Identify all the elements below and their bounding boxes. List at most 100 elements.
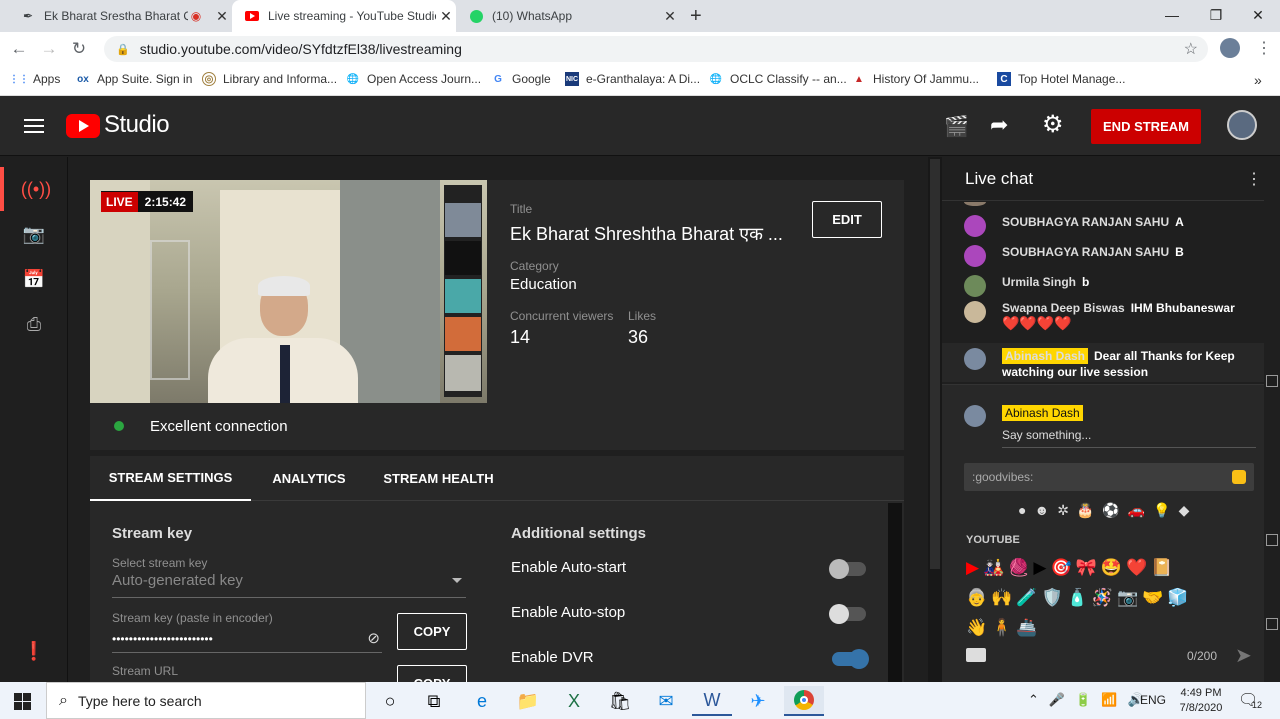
chat-menu-icon[interactable]: ⋮ bbox=[1246, 169, 1262, 189]
studio-header: Studio 🎬 ➦ ⚙ END STREAM bbox=[0, 96, 1280, 156]
auto-stop-toggle[interactable] bbox=[829, 604, 866, 624]
settings-gear-icon[interactable]: ⚙ bbox=[1042, 110, 1064, 139]
copy-url-button[interactable]: COPY bbox=[397, 665, 467, 682]
studio-logo-text[interactable]: Studio bbox=[104, 111, 170, 139]
mail-icon[interactable]: ✉ bbox=[646, 686, 686, 716]
live-stream-icon[interactable]: ((•)) bbox=[0, 167, 68, 211]
bookmark-library[interactable]: ◎ Library and Informa... bbox=[202, 72, 337, 86]
new-tab-button[interactable]: + bbox=[690, 5, 702, 28]
main-scrollbar[interactable] bbox=[928, 157, 942, 682]
cap-shape bbox=[258, 276, 310, 296]
close-tab-icon[interactable]: ✕ bbox=[660, 8, 680, 25]
studio-sidebar: ((•)) 📷 📅 ⎙ ❗ bbox=[0, 157, 68, 682]
bookmark-app-suite[interactable]: ox App Suite. Sign in bbox=[76, 72, 192, 86]
apps-grid-icon: ⋮⋮ bbox=[9, 73, 29, 85]
reload-icon[interactable]: ↻ bbox=[66, 36, 92, 62]
store-icon[interactable]: 🛍 bbox=[600, 686, 640, 716]
browser-tab-quiz[interactable]: ✒ Ek Bharat Srestha Bharat Qui ◉ ✕ bbox=[8, 0, 232, 32]
video-preview[interactable]: LIVE 2:15:42 bbox=[90, 180, 487, 403]
browser-toolbar: ← → ↻ 🔒 studio.youtube.com/video/SYfdtzf… bbox=[0, 32, 1280, 66]
chat-messages: SOUBHAGYA RANJAN SAHU A SOUBHAGYA RANJAN … bbox=[942, 202, 1264, 382]
keyboard-icon[interactable] bbox=[966, 648, 986, 662]
tab-stream-health[interactable]: STREAM HEALTH bbox=[376, 456, 501, 501]
share-arrow-icon[interactable]: ➦ bbox=[990, 112, 1008, 138]
edit-button[interactable]: EDIT bbox=[812, 201, 882, 238]
emoji-search-input[interactable]: :goodvibes: bbox=[964, 463, 1254, 491]
more-bookmarks-icon[interactable]: » bbox=[1254, 72, 1262, 88]
language-indicator[interactable]: ENG bbox=[1140, 693, 1166, 707]
task-view-icon[interactable]: ⧉ bbox=[414, 686, 454, 716]
browser-tab-youtube-studio[interactable]: Live streaming - YouTube Studio ✕ bbox=[232, 0, 456, 32]
close-window-icon[interactable]: ✕ bbox=[1236, 0, 1280, 30]
ox-icon: ox bbox=[77, 73, 89, 85]
stream-url-label: Stream URL bbox=[112, 664, 179, 678]
bookmark-e-granthalaya[interactable]: NIC e-Granthalaya: A Di... bbox=[565, 72, 700, 86]
settings-scrollbar[interactable] bbox=[888, 503, 902, 682]
globe-icon: 🌐 bbox=[346, 73, 360, 85]
stream-key-field[interactable]: •••••••••••••••••••••••• ⊘ bbox=[112, 627, 382, 653]
clock[interactable]: 4:49 PM 7/8/2020 bbox=[1176, 686, 1226, 716]
maximize-icon[interactable]: ❐ bbox=[1194, 0, 1238, 30]
ladder-shape bbox=[150, 240, 190, 380]
end-stream-button[interactable]: END STREAM bbox=[1091, 109, 1201, 144]
visibility-off-icon[interactable]: ⊘ bbox=[367, 629, 380, 647]
excel-icon[interactable]: X bbox=[554, 686, 594, 716]
star-icon[interactable]: ☆ bbox=[1184, 39, 1198, 59]
address-bar[interactable]: 🔒 studio.youtube.com/video/SYfdtzfEl38/l… bbox=[104, 36, 1208, 62]
copy-key-button[interactable]: COPY bbox=[397, 613, 467, 650]
avatar[interactable] bbox=[1227, 110, 1257, 140]
browser-tab-whatsapp[interactable]: (10) WhatsApp ✕ bbox=[456, 0, 680, 32]
auto-start-toggle[interactable] bbox=[829, 559, 866, 579]
tab-title: Live streaming - YouTube Studio bbox=[268, 9, 436, 23]
stream-key-select[interactable]: Auto-generated key bbox=[112, 572, 466, 598]
bookmark-apps[interactable]: ⋮⋮ Apps bbox=[9, 72, 60, 86]
camera-icon[interactable]: 📷 bbox=[0, 212, 68, 256]
more-menu-icon[interactable]: ⋮ bbox=[1256, 38, 1272, 58]
youtube-logo-icon bbox=[66, 114, 100, 138]
bookmark-top-hotel[interactable]: C Top Hotel Manage... bbox=[997, 72, 1125, 86]
profile-avatar[interactable] bbox=[1220, 38, 1240, 58]
emoji-grid[interactable]: ▶🎎🧶▶🎯🎀🤩❤️📔 👵🙌🧪🛡️🧴🪅📷🤝🧊 👋🧍🚢 bbox=[966, 553, 1236, 643]
system-tray-icons[interactable]: ⌃🎤🔋📶🔊 bbox=[1028, 692, 1154, 708]
bookmark-open-access[interactable]: 🌐 Open Access Journ... bbox=[346, 72, 481, 86]
select-key-value: Auto-generated key bbox=[112, 572, 243, 589]
chat-scrollbar[interactable] bbox=[1264, 157, 1280, 682]
cortana-icon[interactable]: ○ bbox=[370, 686, 410, 716]
youtube-emoji-icon[interactable]: ▶ bbox=[966, 558, 983, 577]
clapperboard-icon[interactable]: 🎬 bbox=[944, 114, 969, 139]
url-text: studio.youtube.com/video/SYfdtzfEl38/liv… bbox=[139, 41, 462, 57]
bookmark-history-jammu[interactable]: ▲ History Of Jammu... bbox=[852, 72, 979, 86]
forward-arrow-icon[interactable]: → bbox=[36, 36, 62, 62]
calendar-icon[interactable]: 📅 bbox=[0, 257, 68, 301]
dropdown-arrow-icon bbox=[452, 578, 462, 583]
live-indicator: LIVE 2:15:42 bbox=[101, 191, 194, 212]
back-arrow-icon[interactable]: ← bbox=[6, 36, 32, 62]
paint-icon[interactable]: ✈ bbox=[738, 686, 778, 716]
manage-icon[interactable]: ⎙ bbox=[0, 302, 68, 346]
chat-input[interactable]: Say something... bbox=[1002, 428, 1256, 448]
edge-icon[interactable]: e bbox=[462, 686, 502, 716]
word-icon[interactable]: W bbox=[692, 686, 732, 716]
clock-date: 7/8/2020 bbox=[1179, 702, 1223, 714]
dvr-toggle[interactable] bbox=[832, 649, 869, 669]
bookmark-google[interactable]: G Google bbox=[491, 72, 551, 86]
chat-compose: Abinash Dash Say something... :goodvibes… bbox=[942, 384, 1264, 682]
chrome-icon[interactable] bbox=[784, 686, 824, 716]
taskbar-search-input[interactable]: ⌕ Type here to search bbox=[46, 682, 366, 719]
tab-analytics[interactable]: ANALYTICS bbox=[262, 456, 356, 501]
minimize-icon[interactable]: — bbox=[1150, 0, 1194, 30]
windows-start-icon[interactable] bbox=[2, 686, 42, 716]
send-icon[interactable]: ➤ bbox=[1235, 643, 1252, 668]
feedback-icon[interactable]: ❗ bbox=[0, 629, 68, 673]
hamburger-menu-icon[interactable] bbox=[24, 116, 44, 136]
tab-stream-settings[interactable]: STREAM SETTINGS bbox=[90, 456, 251, 501]
avatar bbox=[964, 348, 986, 370]
file-explorer-icon[interactable]: 📁 bbox=[508, 686, 548, 716]
youtube-icon bbox=[244, 8, 260, 24]
auto-stop-label: Enable Auto-stop bbox=[511, 604, 626, 621]
lock-icon: 🔒 bbox=[116, 43, 130, 56]
emoji-category-tabs[interactable]: ●☻✲🎂⚽🚗💡◆ bbox=[1018, 502, 1197, 519]
close-tab-icon[interactable]: ✕ bbox=[436, 8, 456, 25]
close-tab-icon[interactable]: ✕ bbox=[212, 8, 232, 25]
bookmark-oclc[interactable]: 🌐 OCLC Classify -- an... bbox=[709, 72, 847, 86]
